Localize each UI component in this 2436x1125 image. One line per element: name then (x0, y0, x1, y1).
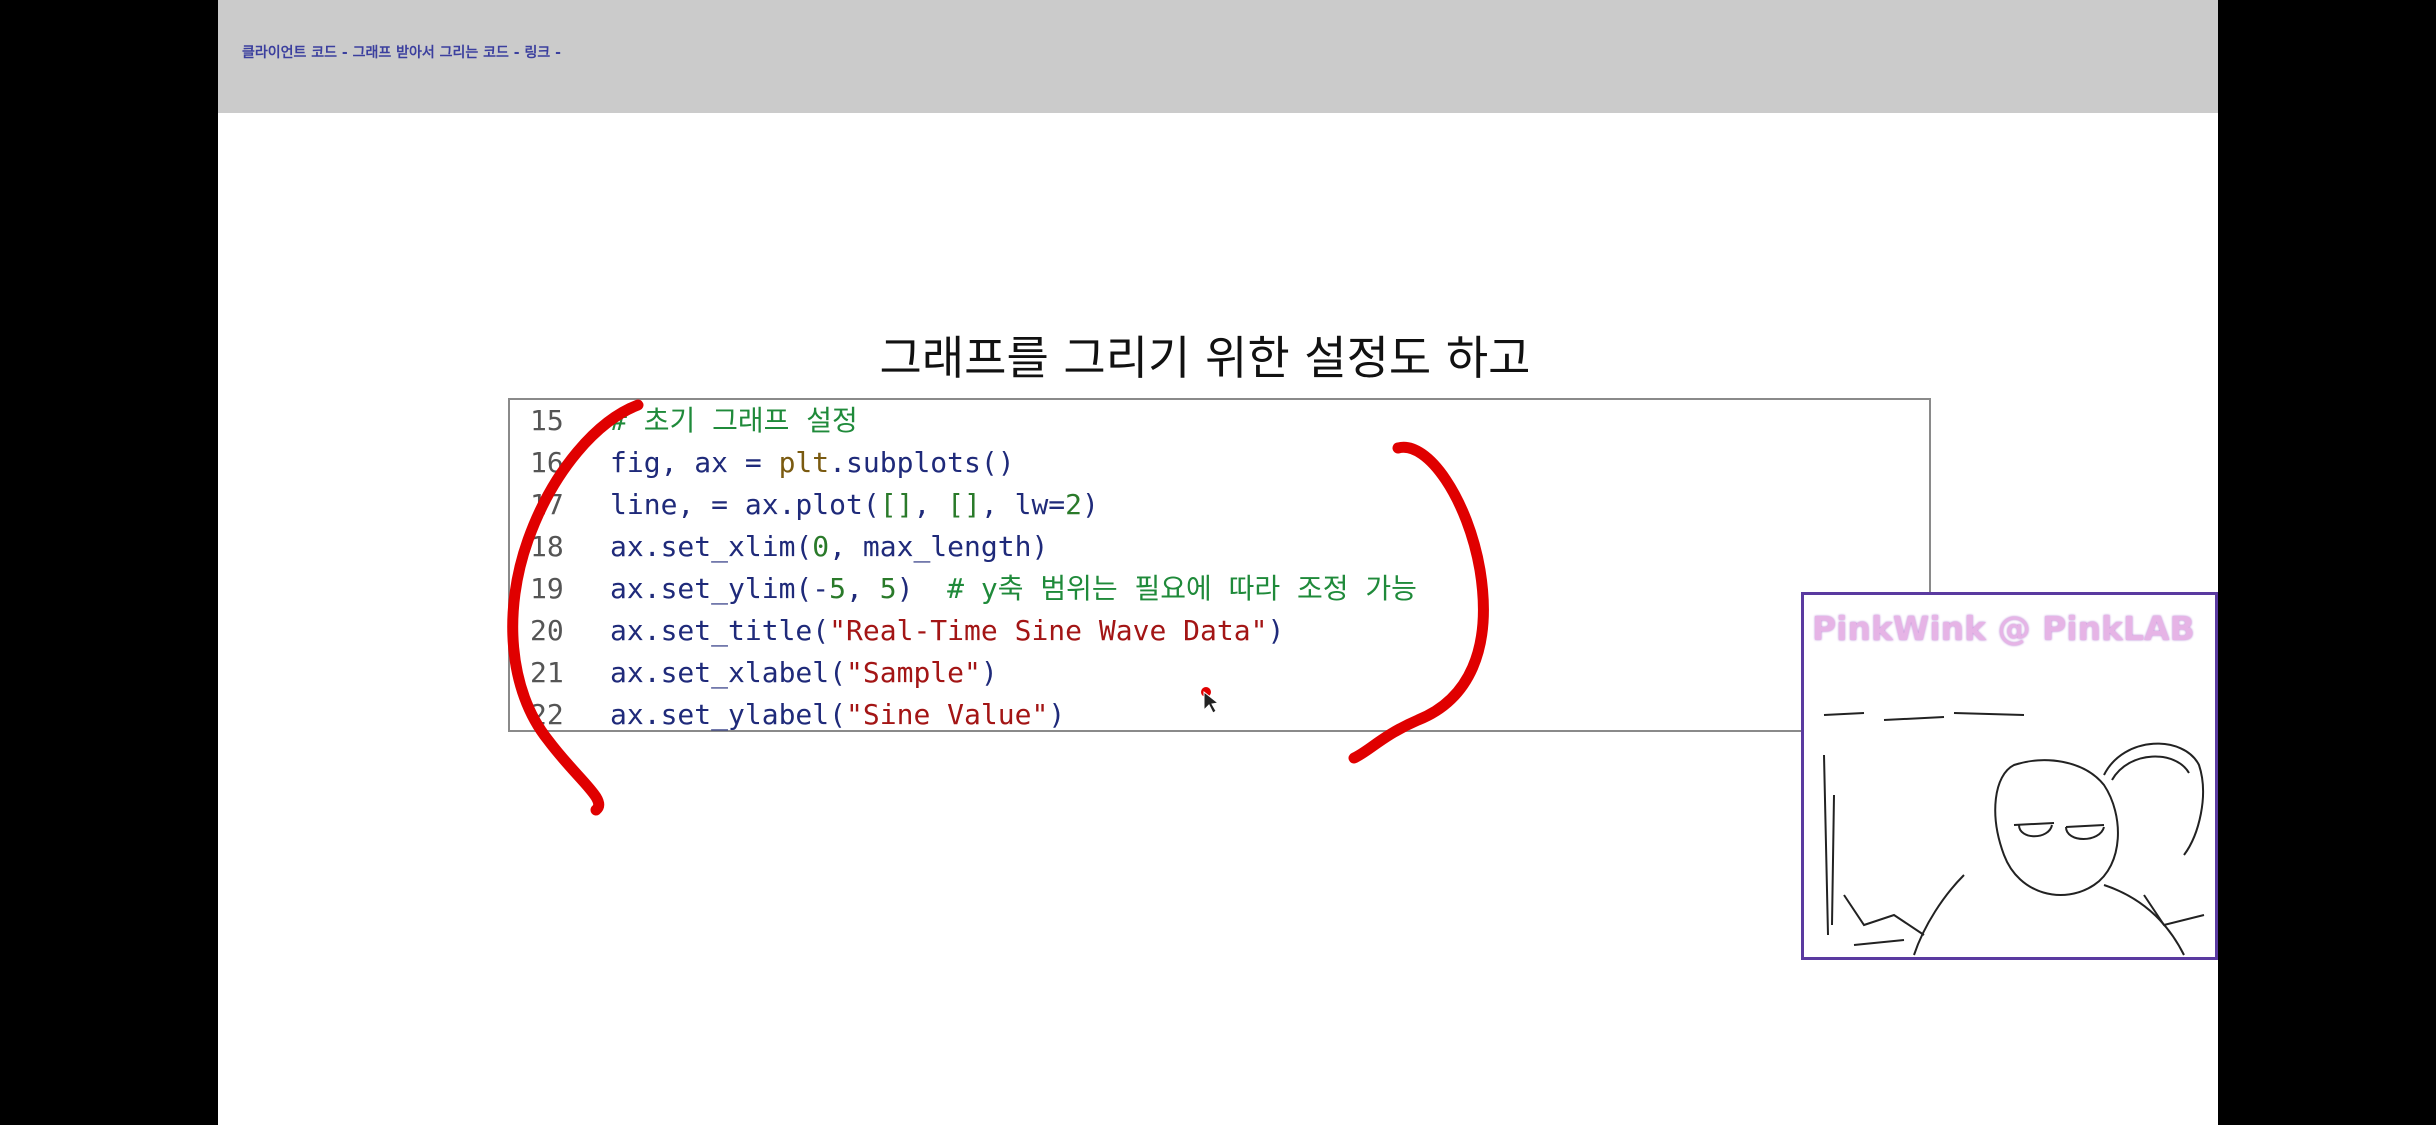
line-number: 20 (530, 614, 564, 647)
code-token: ) (980, 656, 998, 689)
line-number: 15 (530, 404, 564, 437)
code-line: 19 ax.set_ylim(-5, 5) # y축 범위는 필요에 따라 조정 … (510, 568, 1929, 610)
code-token: ) (1048, 698, 1066, 731)
code-token: # 초기 그래프 설정 (610, 404, 858, 437)
slide-title: 그래프를 그리기 위한 설정도 하고 (879, 331, 1531, 385)
code-token: ax.set_ylabel( (610, 698, 847, 731)
code-token: , lw= (980, 488, 1066, 521)
code-token: , max_length) (829, 530, 1049, 563)
code-token: 5 (829, 572, 847, 605)
code-token: 0 (812, 530, 830, 563)
code-token: ) (896, 572, 948, 605)
code-line: 18 ax.set_xlim(0, max_length) (510, 526, 1929, 568)
code-text: ax.set_title("Real-Time Sine Wave Data") (610, 610, 1284, 652)
code-block: 15 # 초기 그래프 설정 16 fig, ax = plt.subplots() 1… (508, 398, 1931, 732)
line-number: 16 (530, 446, 564, 479)
code-line: 21 ax.set_xlabel("Sample") (510, 652, 1929, 694)
code-text: ax.set_ylim(-5, 5) # y축 범위는 필요에 따라 조정 가능 (610, 568, 1417, 610)
code-line: 17 line, = ax.plot([], [], lw=2) (510, 484, 1929, 526)
code-text: ax.set_xlabel("Sample") (610, 652, 998, 694)
code-token: .subplots() (829, 446, 1015, 479)
code-token: ax.set_xlabel( (610, 656, 847, 689)
code-token: "Sample" (846, 656, 981, 689)
code-token: , (913, 488, 948, 521)
code-token: "Real-Time Sine Wave Data" (829, 614, 1268, 647)
code-token: [] (947, 488, 981, 521)
slide: 클라이언트 코드 - 그래프 받아서 그리는 코드 - 링크 - 그래프를 그리… (218, 0, 2218, 1125)
webcam-edge-image (1823, 712, 2205, 956)
code-text: fig, ax = plt.subplots() (610, 442, 1015, 484)
code-line: 22 ax.set_ylabel("Sine Value") (510, 694, 1929, 736)
code-token: "Sine Value" (846, 698, 1049, 731)
code-token: fig, ax = (610, 446, 779, 479)
line-number: 21 (530, 656, 564, 689)
webcam-overlay: PinkWink @ PinkLAB (1801, 592, 2218, 960)
code-token: ) (1267, 614, 1285, 647)
code-token: , (846, 572, 880, 605)
code-token: ax.set_ylim(- (610, 572, 830, 605)
code-text: ax.set_xlim(0, max_length) (610, 526, 1048, 568)
code-token: [] (879, 488, 914, 521)
code-token: ) (1082, 488, 1099, 521)
line-number: 18 (530, 530, 564, 563)
code-line: 15 # 초기 그래프 설정 (510, 400, 1929, 442)
header-bar: 클라이언트 코드 - 그래프 받아서 그리는 코드 - 링크 - (218, 0, 2218, 113)
code-line: 16 fig, ax = plt.subplots() (510, 442, 1929, 484)
code-token: # y축 범위는 필요에 따라 조정 가능 (947, 572, 1417, 605)
code-token: ax.set_title( (610, 614, 830, 647)
code-text: # 초기 그래프 설정 (610, 400, 858, 442)
code-token: 5 (879, 572, 897, 605)
line-number: 22 (530, 698, 564, 731)
code-text: ax.set_ylabel("Sine Value") (610, 694, 1065, 736)
code-token: plt (778, 446, 830, 479)
code-text: line, = ax.plot([], [], lw=2) (610, 484, 1099, 526)
line-number: 19 (530, 572, 564, 605)
header-title[interactable]: 클라이언트 코드 - 그래프 받아서 그리는 코드 - 링크 - (242, 42, 561, 62)
code-line: 20 ax.set_title("Real-Time Sine Wave Data… (510, 610, 1929, 652)
code-token: line, = ax.plot( (610, 488, 880, 521)
line-number: 17 (530, 488, 564, 521)
code-token: ax.set_xlim( (610, 530, 813, 563)
code-token: 2 (1065, 488, 1083, 521)
